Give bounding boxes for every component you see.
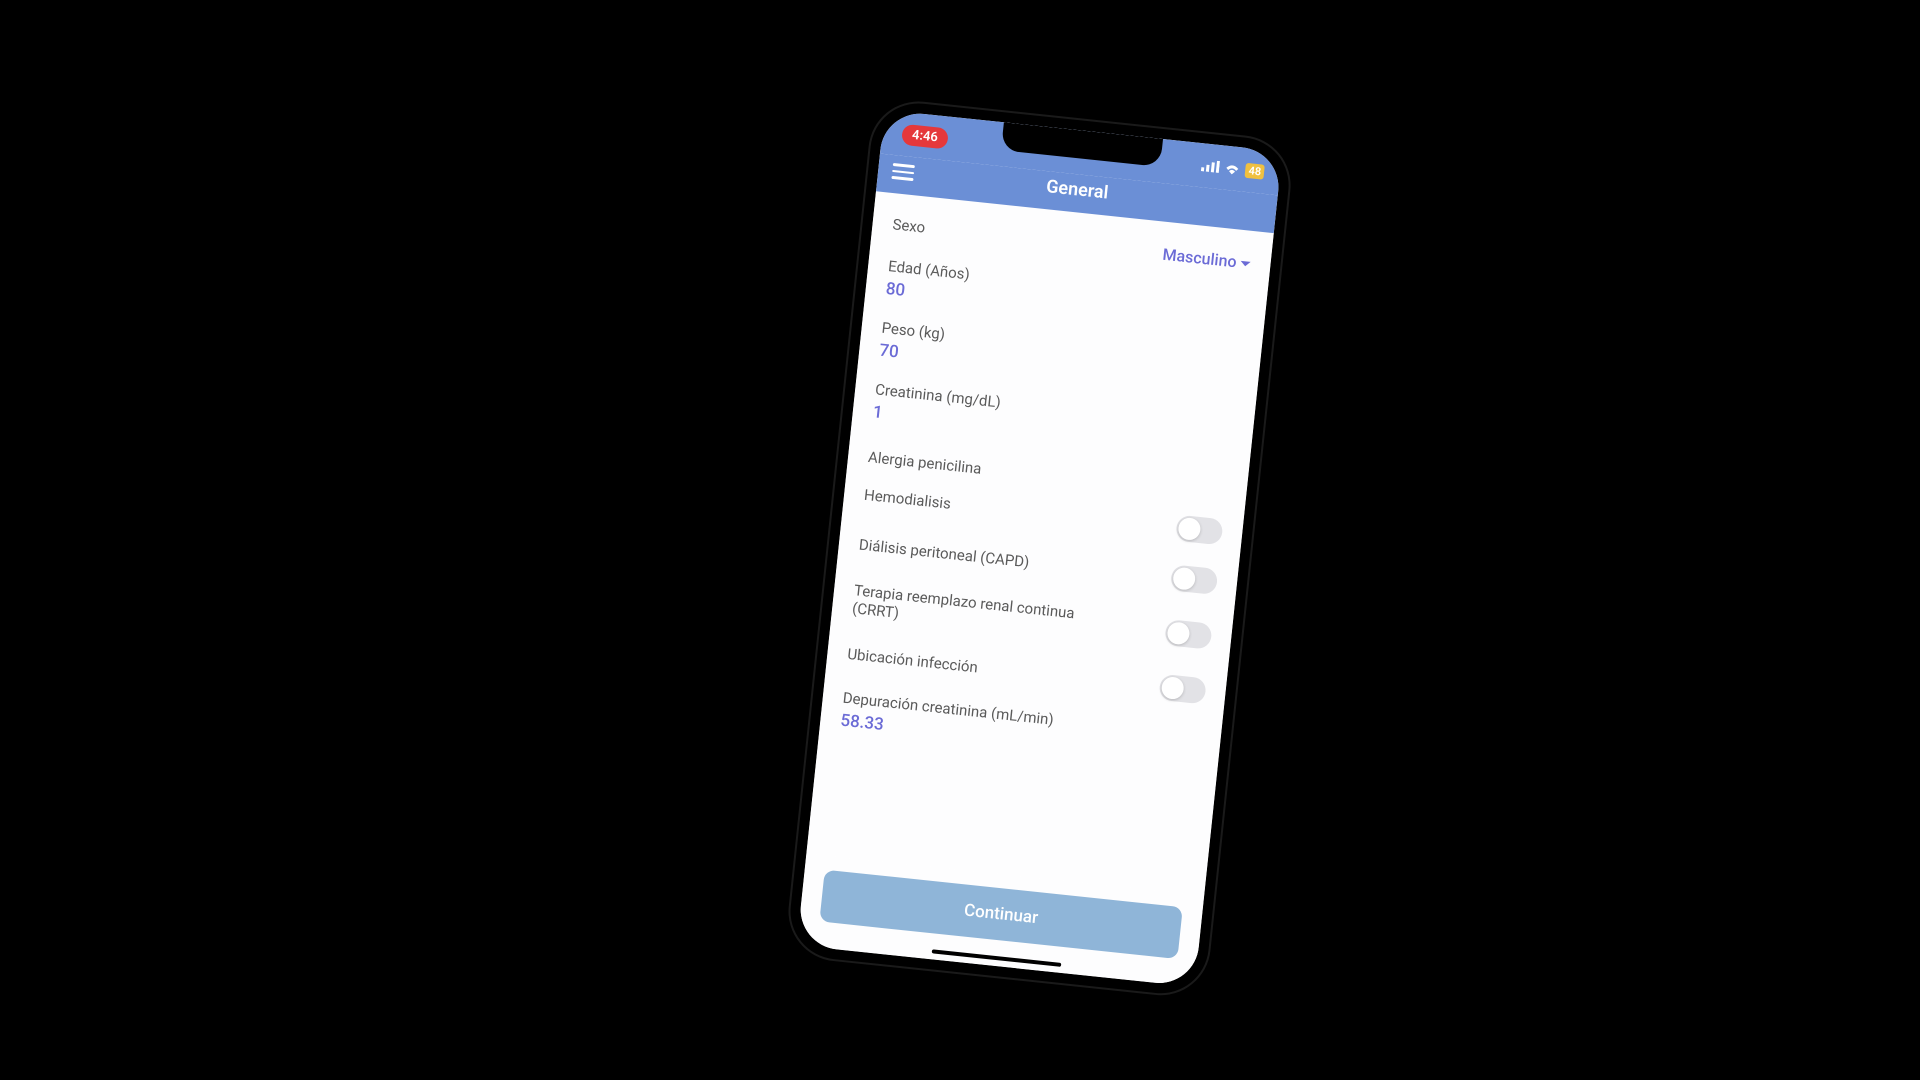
form-scroll-area[interactable]: Sexo Masculino Edad (Años) 80 Peso (kg) …: [806, 191, 1273, 896]
hamburger-menu-icon[interactable]: [891, 163, 914, 181]
ubicacion-label: Ubicación infección: [847, 644, 979, 676]
toggle-knob: [1172, 566, 1196, 590]
status-indicators: 48: [1201, 158, 1265, 179]
battery-indicator: 48: [1245, 162, 1265, 179]
capd-toggle[interactable]: [1170, 564, 1218, 595]
cellular-signal-icon: [1201, 159, 1220, 173]
sexo-label: Sexo: [892, 215, 926, 236]
chevron-down-icon: [1240, 261, 1250, 267]
capd-label: Diálisis peritoneal (CAPD): [858, 535, 1030, 571]
hemodialisis-toggle[interactable]: [1175, 514, 1223, 545]
recording-time-pill: 4:46: [901, 123, 949, 149]
phone-device-frame: 4:46 48 General Sexo Masculino: [786, 99, 1294, 998]
phone-screen: 4:46 48 General Sexo Masculino: [797, 110, 1283, 987]
ubicacion-toggle[interactable]: [1158, 673, 1206, 704]
page-title: General: [1045, 176, 1109, 203]
toggle-knob: [1161, 675, 1185, 699]
hemodialisis-label: Hemodialisis: [863, 485, 951, 512]
crrt-toggle[interactable]: [1164, 619, 1212, 650]
wifi-icon: [1224, 162, 1241, 176]
toggle-knob: [1166, 621, 1190, 645]
sexo-dropdown[interactable]: Masculino: [1162, 245, 1252, 273]
toggle-knob: [1177, 516, 1201, 540]
sexo-value: Masculino: [1162, 245, 1238, 272]
